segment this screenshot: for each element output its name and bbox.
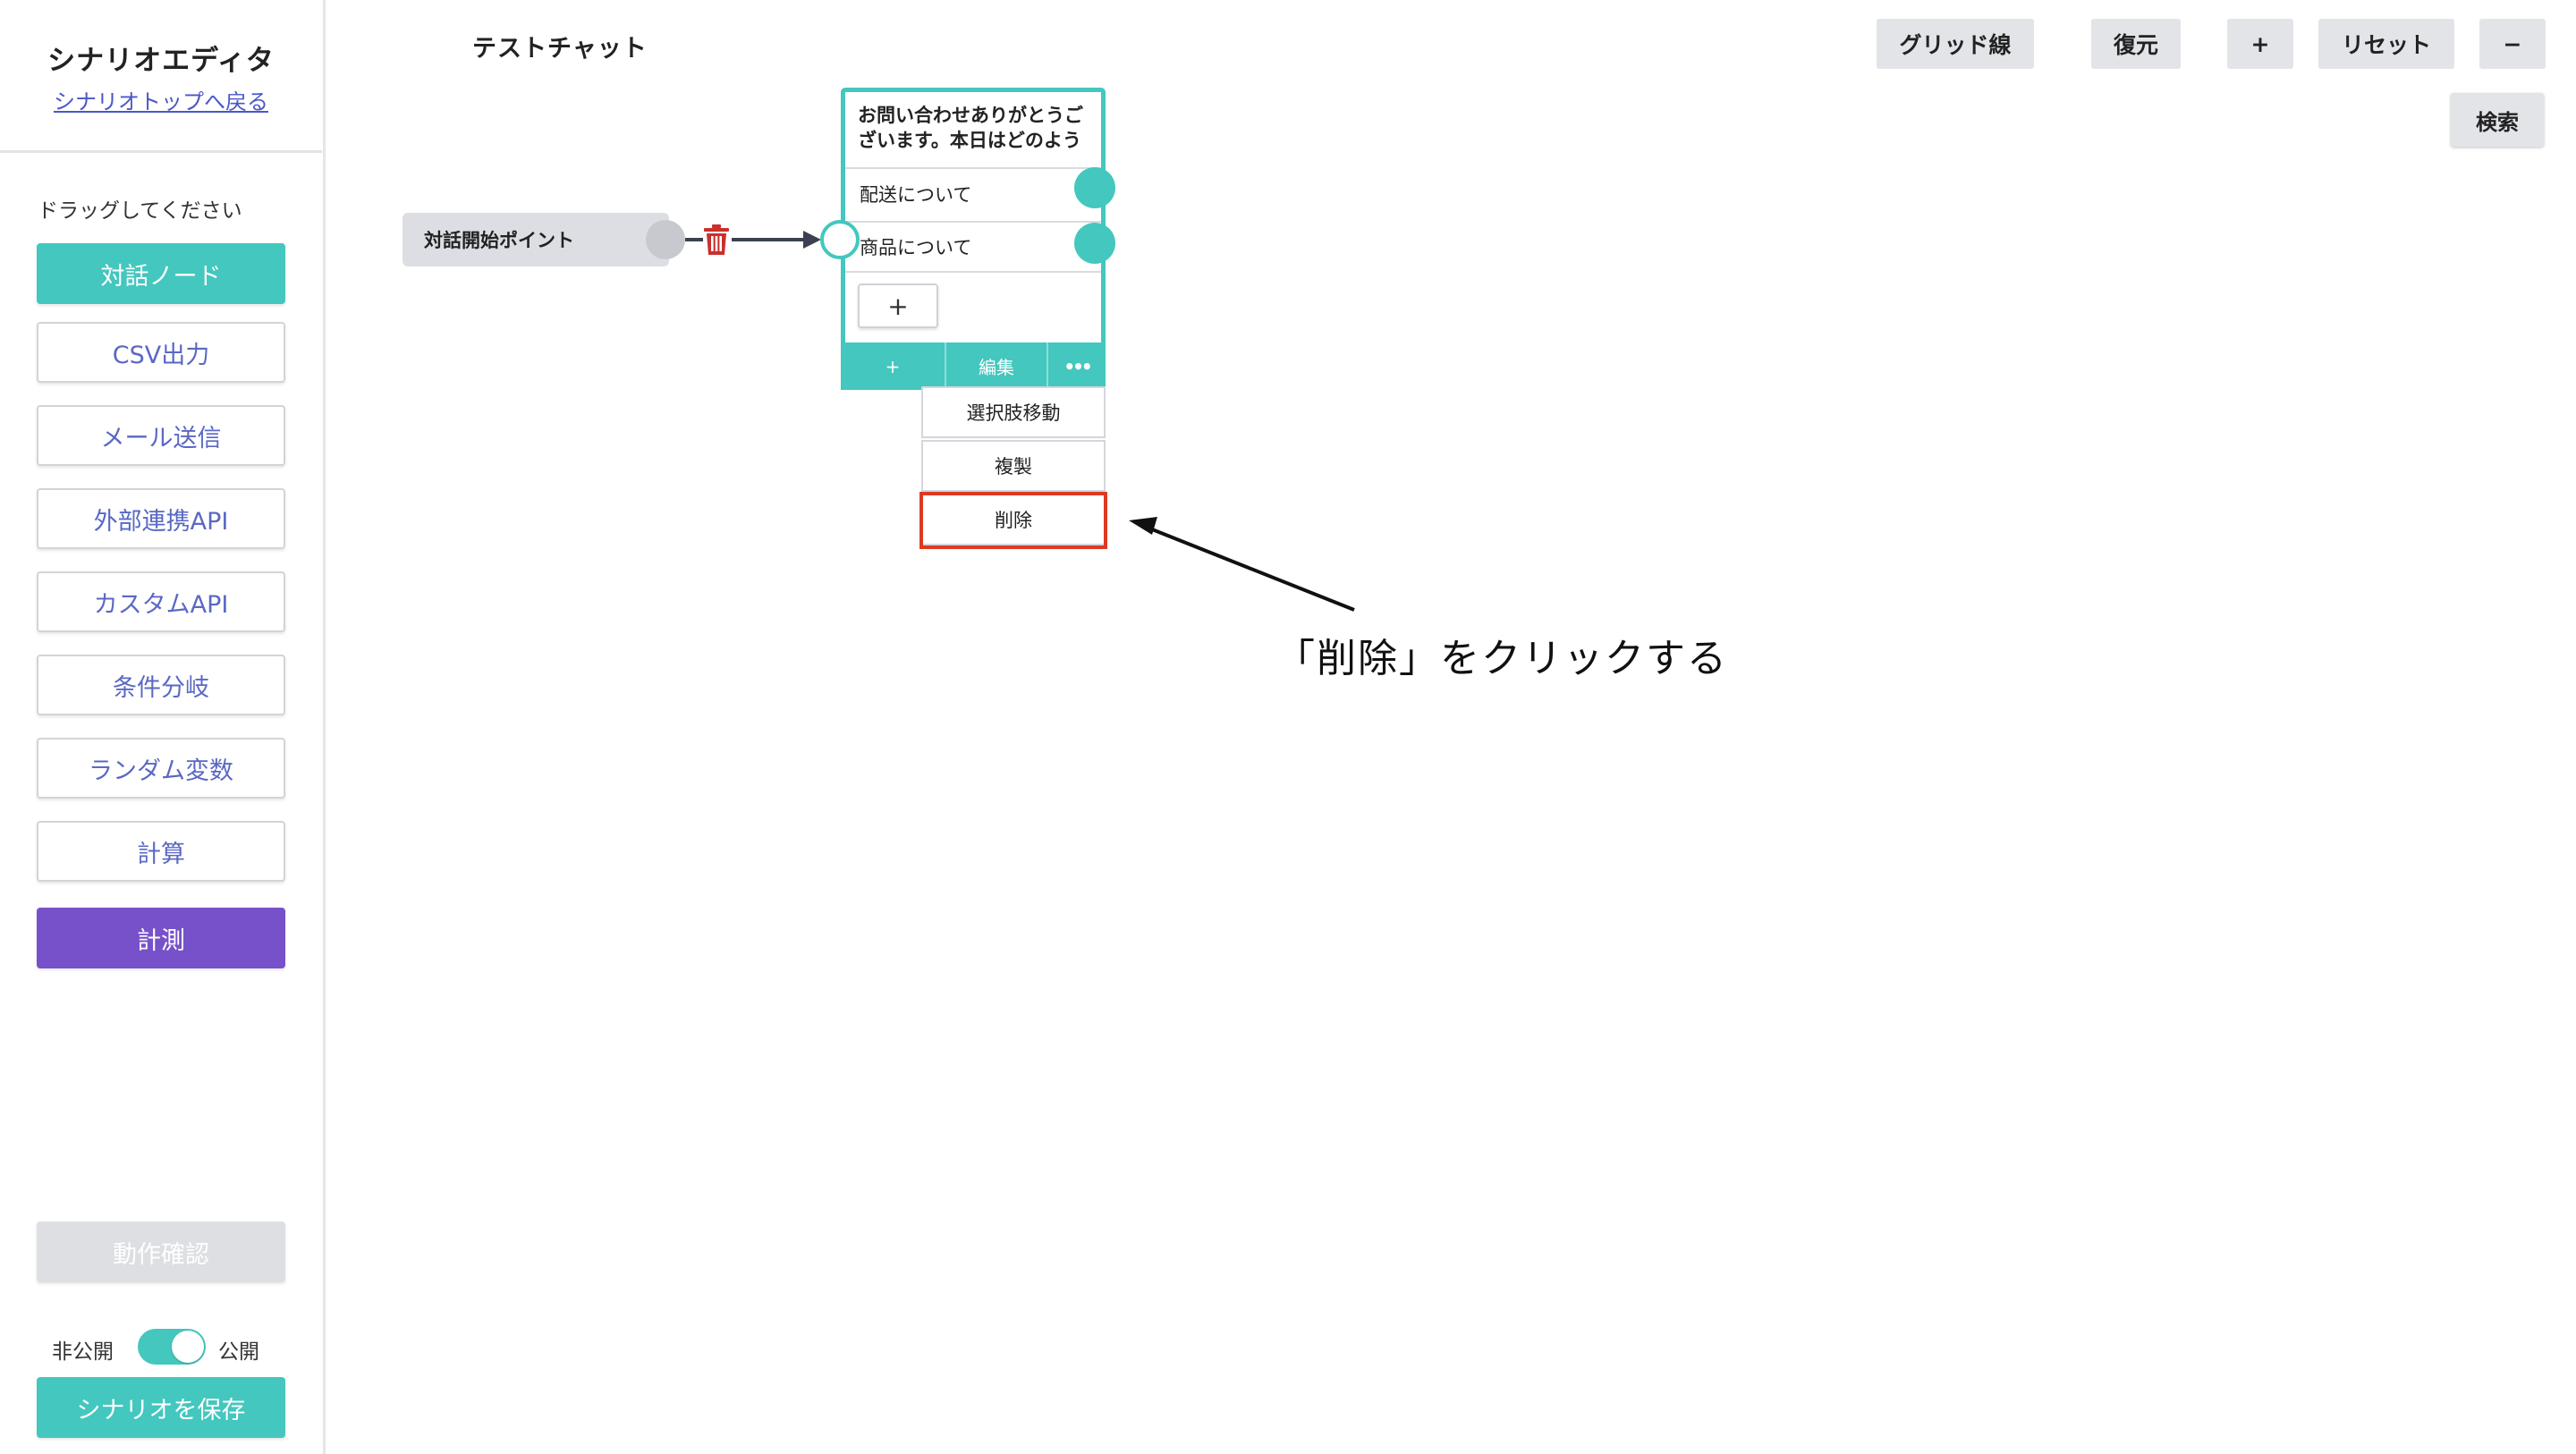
menu-duplicate[interactable]: 複製	[921, 440, 1106, 492]
back-to-scenario-top-link[interactable]: シナリオトップへ戻る	[0, 84, 322, 115]
chat-title: テストチャット	[472, 35, 648, 63]
drag-hint: ドラッグしてください	[38, 199, 242, 223]
app-title: シナリオエディタ	[47, 45, 275, 77]
node-edit-button[interactable]: 編集	[945, 342, 1046, 390]
dialog-node[interactable]: お問い合わせありがとうございます。本日はどのよう 配送について 商品について +…	[841, 88, 1106, 390]
connector-layer	[685, 231, 1355, 612]
public-label: 公開	[218, 1340, 259, 1364]
trash-icon[interactable]	[703, 224, 730, 256]
choice-output-port[interactable]	[1074, 167, 1115, 208]
start-node-output-port[interactable]	[646, 220, 685, 259]
start-node[interactable]: 対話開始ポイント	[402, 213, 669, 266]
tool-condition[interactable]: 条件分岐	[37, 655, 285, 715]
zoom-in-button[interactable]: +	[2227, 19, 2293, 69]
node-add-button[interactable]: +	[841, 342, 945, 390]
menu-delete[interactable]: 削除	[921, 494, 1106, 545]
tool-external-api[interactable]: 外部連携API	[37, 488, 285, 549]
publish-toggle-row: 非公開 公開	[52, 1327, 293, 1366]
annotation-arrow-line	[1142, 524, 1355, 612]
choice-item[interactable]: 商品について	[845, 221, 1101, 273]
connector-arrowhead	[803, 231, 821, 249]
toggle-knob	[172, 1331, 204, 1363]
annotation-arrowhead	[1129, 517, 1157, 535]
reset-button[interactable]: リセット	[2318, 19, 2454, 69]
tool-random-variable[interactable]: ランダム変数	[37, 738, 285, 799]
private-label: 非公開	[52, 1340, 114, 1364]
tool-custom-api[interactable]: カスタムAPI	[37, 571, 285, 632]
choice-item[interactable]: 配送について	[845, 167, 1101, 219]
search-button[interactable]: 検索	[2451, 93, 2544, 147]
tool-send-mail[interactable]: メール送信	[37, 405, 285, 466]
preview-button[interactable]: 動作確認	[37, 1222, 285, 1282]
restore-button[interactable]: 復元	[2091, 19, 2181, 69]
menu-move-choice[interactable]: 選択肢移動	[921, 386, 1106, 438]
publish-toggle[interactable]	[138, 1329, 206, 1365]
start-node-label: 対話開始ポイント	[424, 230, 574, 251]
dialog-node-input-port[interactable]	[820, 220, 860, 259]
tool-csv-output[interactable]: CSV出力	[37, 322, 285, 383]
add-choice-button[interactable]: +	[858, 283, 938, 328]
choice-output-port[interactable]	[1074, 223, 1115, 264]
tool-dialog-node[interactable]: 対話ノード	[37, 243, 285, 304]
tool-measurement[interactable]: 計測	[37, 908, 285, 968]
zoom-out-button[interactable]: −	[2479, 19, 2546, 69]
node-message: お問い合わせありがとうございます。本日はどのよう	[858, 105, 1083, 151]
node-more-button[interactable]: •••	[1046, 342, 1106, 390]
save-scenario-button[interactable]: シナリオを保存	[37, 1377, 285, 1438]
tool-calculation[interactable]: 計算	[37, 821, 285, 882]
sidebar: シナリオエディタ シナリオトップへ戻る ドラッグしてください 対話ノード CSV…	[0, 0, 326, 1454]
grid-lines-button[interactable]: グリッド線	[1877, 19, 2034, 69]
annotation-text: 「削除」をクリックする	[1275, 636, 1728, 681]
sidebar-divider	[0, 150, 322, 153]
node-footer: + 編集 •••	[841, 342, 1106, 390]
